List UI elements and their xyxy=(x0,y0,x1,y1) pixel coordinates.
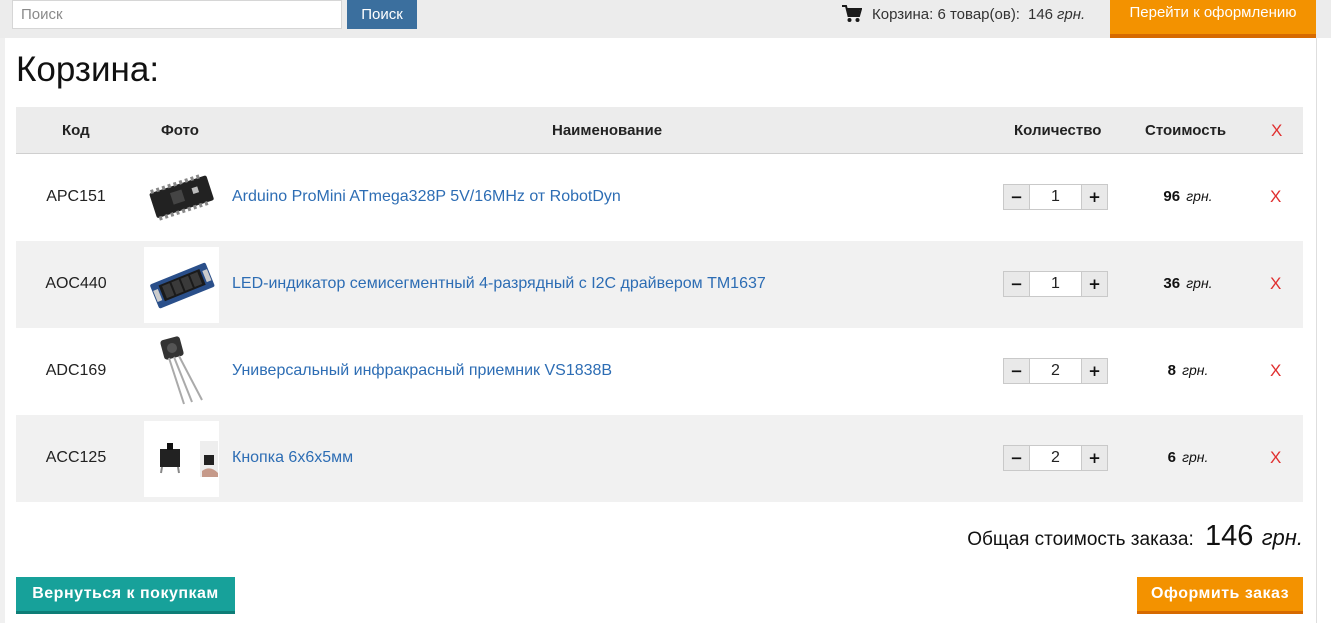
table-header: Код Фото Наименование Количество Стоимос… xyxy=(16,107,1303,154)
decrease-quantity-button[interactable]: − xyxy=(1004,272,1030,296)
search-input[interactable] xyxy=(12,0,342,29)
header-photo: Фото xyxy=(161,122,199,139)
decrease-quantity-button[interactable]: − xyxy=(1004,359,1030,383)
quantity-input[interactable] xyxy=(1030,272,1081,296)
order-total-label: Общая стоимость заказа: xyxy=(967,529,1194,550)
header-quantity: Количество xyxy=(1014,122,1102,139)
quantity-stepper: − + xyxy=(1003,271,1108,297)
remove-item-button[interactable]: X xyxy=(1270,187,1281,207)
increase-quantity-button[interactable]: + xyxy=(1081,185,1107,209)
cart-summary[interactable]: Корзина: 6 товар(ов): 146 грн. xyxy=(842,4,1085,24)
price-value: 36 xyxy=(1163,275,1181,292)
quantity-input[interactable] xyxy=(1030,446,1081,470)
price-currency: грн. xyxy=(1182,449,1209,465)
cart-summary-currency: грн. xyxy=(1057,5,1086,23)
product-photo[interactable] xyxy=(144,334,219,410)
product-link[interactable]: Кнопка 6х6х5мм xyxy=(232,449,353,467)
price-value: 8 xyxy=(1167,362,1176,379)
product-cost: 6 грн. xyxy=(1136,449,1240,466)
price-currency: грн. xyxy=(1186,188,1213,204)
product-code: AOC440 xyxy=(45,275,107,292)
price-value: 6 xyxy=(1167,449,1176,466)
increase-quantity-button[interactable]: + xyxy=(1081,446,1107,470)
price-currency: грн. xyxy=(1186,275,1213,291)
arduino-board-icon xyxy=(149,174,214,221)
cart-summary-sum: 146 xyxy=(1027,5,1054,23)
led-display-icon xyxy=(150,262,215,309)
increase-quantity-button[interactable]: + xyxy=(1081,359,1107,383)
order-total-currency: грн. xyxy=(1261,525,1303,550)
shopping-cart-icon xyxy=(842,5,862,22)
header-cost: Стоимость xyxy=(1145,122,1227,139)
header-code: Код xyxy=(62,122,90,139)
header-name: Наименование xyxy=(552,122,663,139)
right-side-panel xyxy=(1316,38,1331,623)
back-to-shopping-button[interactable]: Вернуться к покупкам xyxy=(16,577,235,614)
order-total-amount: 146 xyxy=(1205,520,1254,552)
ir-receiver-icon xyxy=(160,336,203,405)
quantity-stepper: − + xyxy=(1003,184,1108,210)
product-photo[interactable] xyxy=(144,160,219,236)
place-order-button[interactable]: Оформить заказ xyxy=(1137,577,1303,614)
increase-quantity-button[interactable]: + xyxy=(1081,272,1107,296)
product-code: APC151 xyxy=(46,188,106,205)
go-to-checkout-button[interactable]: Перейти к оформлению xyxy=(1110,0,1316,38)
cart-summary-label: Корзина: 6 товар(ов): xyxy=(872,5,1020,23)
quantity-input[interactable] xyxy=(1030,359,1081,383)
product-cost: 96 грн. xyxy=(1136,188,1240,205)
decrease-quantity-button[interactable]: − xyxy=(1004,446,1030,470)
table-row: ACC125 Кнопка 6х6х5мм − + 6 грн. X xyxy=(16,415,1303,502)
search-button[interactable]: Поиск xyxy=(347,0,417,29)
product-photo[interactable] xyxy=(144,247,219,323)
quantity-stepper: − + xyxy=(1003,445,1108,471)
cart-table: Код Фото Наименование Количество Стоимос… xyxy=(16,107,1303,502)
remove-item-button[interactable]: X xyxy=(1270,274,1281,294)
header-remove: X xyxy=(1271,121,1283,140)
page-title: Корзина: xyxy=(16,50,160,89)
remove-item-button[interactable]: X xyxy=(1270,448,1281,468)
table-row: APC151 Arduino ProMini ATmega328P 5V/16M… xyxy=(16,154,1303,241)
quantity-stepper: − + xyxy=(1003,358,1108,384)
product-cost: 36 грн. xyxy=(1136,275,1240,292)
table-row: AOC440 LED-индикатор семисегментный 4-ра… xyxy=(16,241,1303,328)
product-code: ACC125 xyxy=(45,449,107,466)
product-cost: 8 грн. xyxy=(1136,362,1240,379)
product-photo[interactable] xyxy=(144,421,219,497)
top-bar: Поиск Корзина: 6 товар(ов): 146 грн. Пер… xyxy=(0,0,1331,38)
remove-item-button[interactable]: X xyxy=(1270,361,1281,381)
decrease-quantity-button[interactable]: − xyxy=(1004,185,1030,209)
product-code: ADC169 xyxy=(45,362,107,379)
price-currency: грн. xyxy=(1182,362,1209,378)
order-total: Общая стоимость заказа: 146 грн. xyxy=(967,520,1303,553)
product-link[interactable]: Arduino ProMini ATmega328P 5V/16MHz от R… xyxy=(232,188,621,206)
product-link[interactable]: Универсальный инфракрасный приемник VS18… xyxy=(232,362,612,380)
quantity-input[interactable] xyxy=(1030,185,1081,209)
tact-button-icon xyxy=(160,441,218,477)
price-value: 96 xyxy=(1163,188,1181,205)
table-row: ADC169 Универсальный инфракрасный приемн… xyxy=(16,328,1303,415)
product-link[interactable]: LED-индикатор семисегментный 4-разрядный… xyxy=(232,275,766,293)
